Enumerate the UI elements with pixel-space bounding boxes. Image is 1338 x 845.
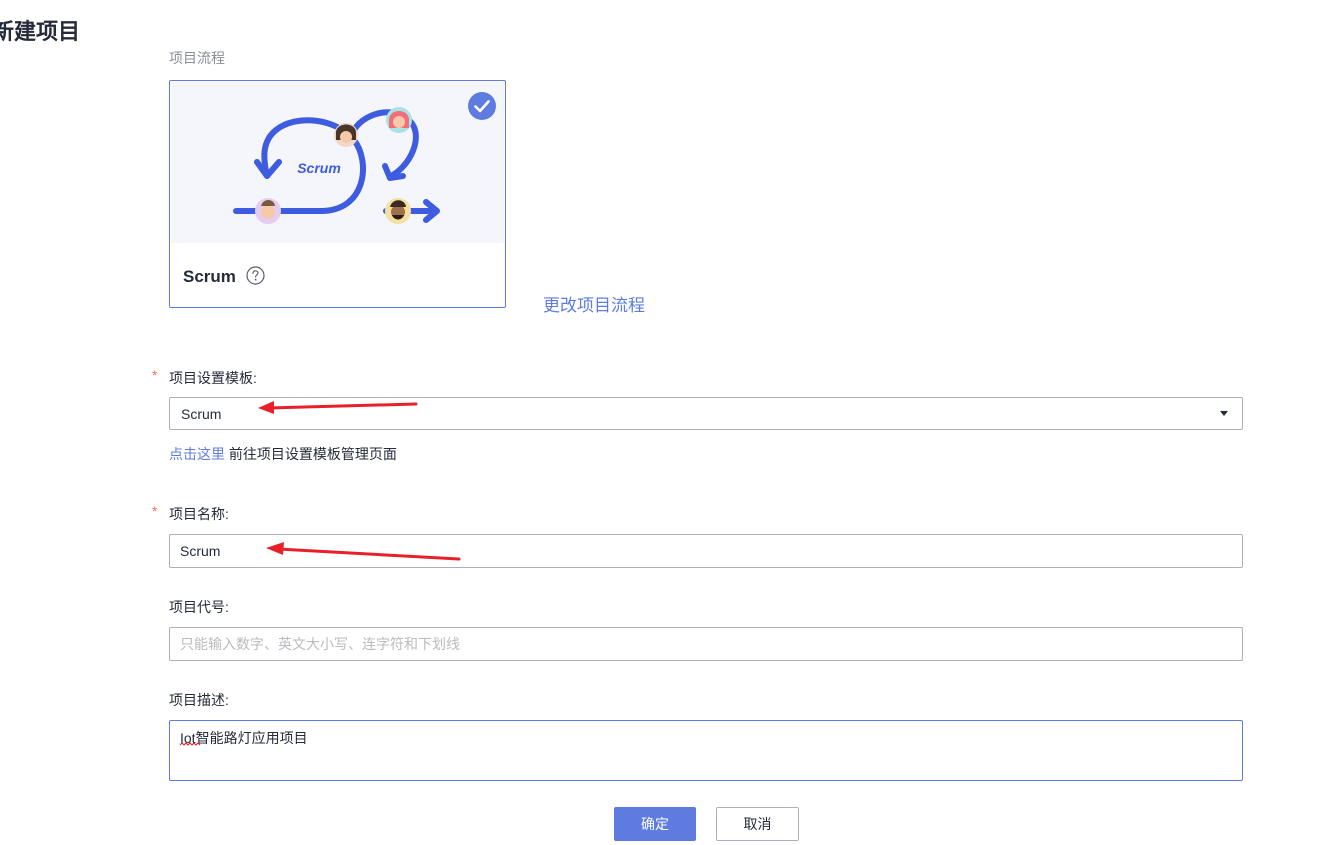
template-manage-link[interactable]: 点击这里 <box>169 446 225 462</box>
required-mark: * <box>152 503 158 519</box>
svg-text:Scrum: Scrum <box>297 160 341 176</box>
confirm-button[interactable]: 确定 <box>614 807 696 841</box>
template-hint: 点击这里 前往项目设置模板管理页面 <box>169 444 397 464</box>
project-description-textarea[interactable]: Iot智能路灯应用项目 <box>169 720 1243 781</box>
change-flow-link[interactable]: 更改项目流程 <box>543 291 645 316</box>
template-label: 项目设置模板: <box>169 370 257 386</box>
project-code-input[interactable] <box>169 627 1243 661</box>
flow-card-scrum[interactable]: Scrum Scrum <box>169 80 506 308</box>
avatar-1 <box>334 123 358 147</box>
template-hint-text: 前往项目设置模板管理页面 <box>228 446 397 462</box>
cancel-button[interactable]: 取消 <box>716 807 799 841</box>
flow-section-label: 项目流程 <box>169 50 225 66</box>
caret-down-icon <box>1220 411 1228 416</box>
flow-card-name: Scrum <box>183 267 236 286</box>
template-select-value: Scrum <box>181 406 222 422</box>
page-title: 新建项目 <box>0 19 81 44</box>
avatar-4 <box>385 198 411 224</box>
avatar-3 <box>255 198 281 224</box>
check-circle-icon <box>468 92 496 120</box>
project-name-input[interactable] <box>169 534 1243 568</box>
template-select[interactable]: Scrum <box>169 397 1243 430</box>
avatar-2 <box>386 107 412 133</box>
scrum-illustration: Scrum <box>171 82 504 243</box>
help-circle-icon[interactable] <box>246 266 265 285</box>
required-mark: * <box>152 367 158 383</box>
project-description-label: 项目描述: <box>169 692 229 708</box>
project-code-label: 项目代号: <box>169 599 229 615</box>
project-name-label: 项目名称: <box>169 506 229 522</box>
